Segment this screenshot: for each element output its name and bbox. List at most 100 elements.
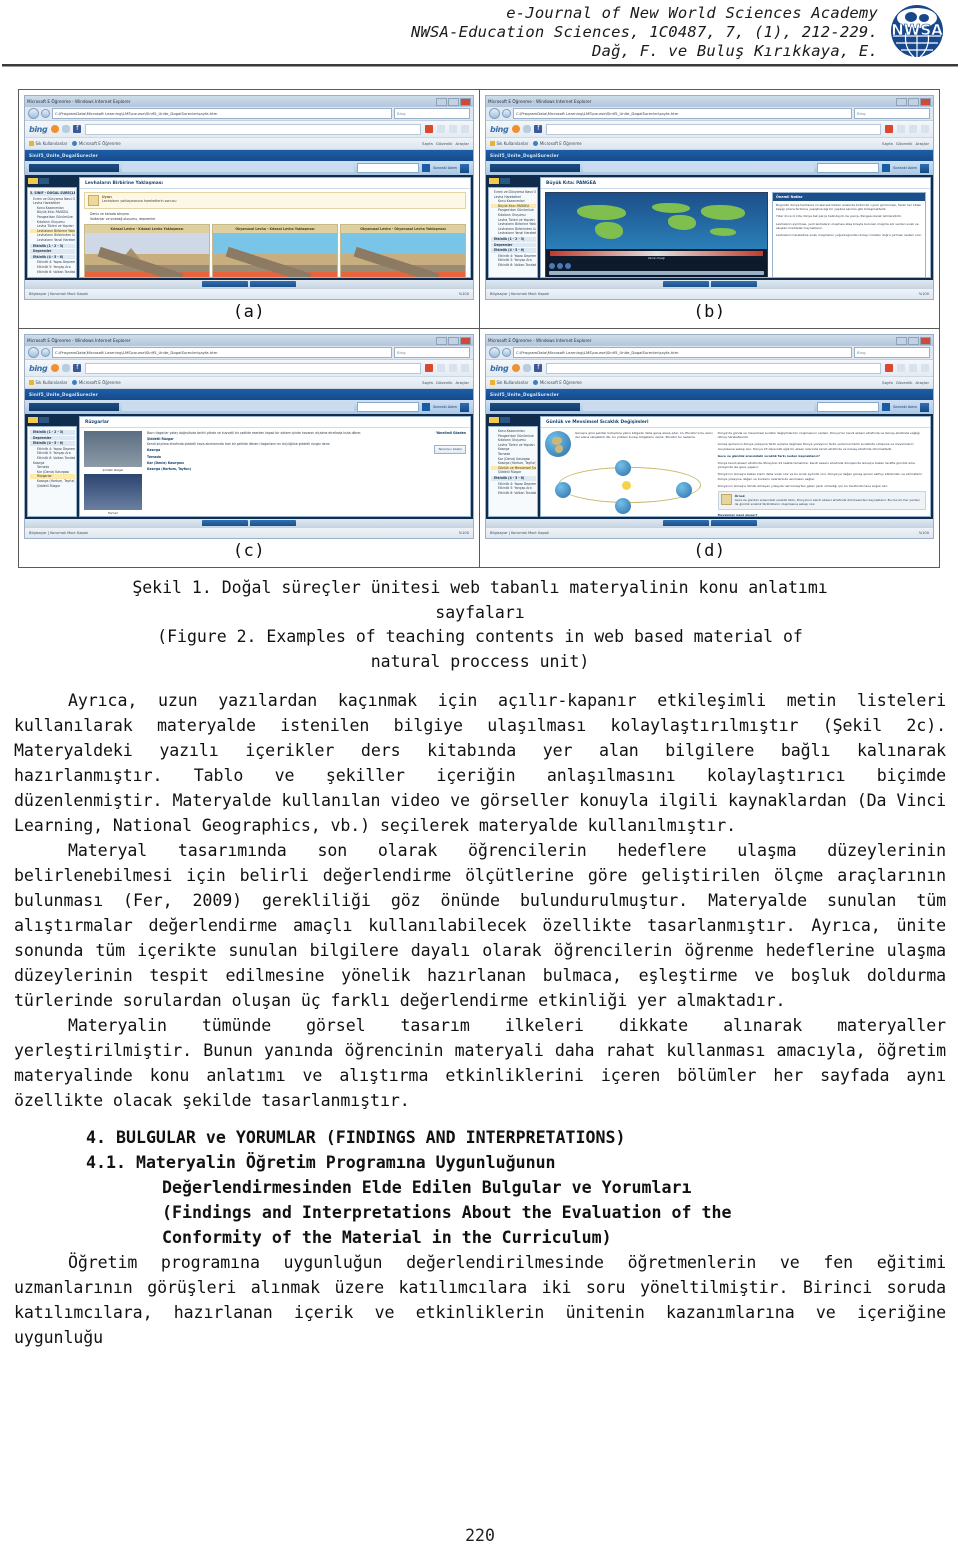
settings-icon[interactable] <box>921 364 929 372</box>
sidebar-tabs[interactable] <box>487 176 539 186</box>
address-input[interactable]: C:\ProgramData\Microsoft Learning\LMS\co… <box>513 108 852 119</box>
menu-sayfa[interactable]: Sayfa <box>882 380 893 385</box>
app-footer-tabs-c[interactable] <box>25 519 473 527</box>
favorite-link-elearning[interactable]: Microsoft E Öğrenme <box>533 141 582 146</box>
menu-sayfa[interactable]: Sayfa <box>422 141 433 146</box>
bing-logo[interactable]: bing <box>29 125 48 134</box>
window-controls[interactable] <box>896 336 931 345</box>
course-tree-b[interactable]: Evren ve Dünyamız Nasıl Oluştu? Levha Ha… <box>488 187 538 278</box>
app-next-label[interactable]: Sonraki Adım <box>893 166 917 170</box>
toolbar-search-input[interactable] <box>85 362 421 374</box>
minimize-button[interactable] <box>436 97 447 106</box>
menu-sayfa[interactable]: Sayfa <box>422 380 433 385</box>
alert-icon[interactable] <box>425 364 433 372</box>
maximize-button[interactable] <box>908 97 919 106</box>
sidebar-tabs[interactable] <box>26 176 78 186</box>
tree-node[interactable]: Şiddetli Rüzgar <box>30 484 75 489</box>
menu-araclar[interactable]: Araçlar <box>455 141 469 146</box>
thumbs-up-icon[interactable] <box>897 364 905 372</box>
next-arrow-icon[interactable] <box>920 402 929 412</box>
close-icon[interactable] <box>460 336 471 345</box>
browser-menu-bar[interactable]: Sayfa Güvenlik Araçlar <box>422 380 469 385</box>
menu-guvenlik[interactable]: Güvenlik <box>436 141 453 146</box>
footer-tab-prev[interactable] <box>662 281 709 287</box>
video-controls[interactable] <box>546 260 767 277</box>
back-icon[interactable] <box>489 347 500 358</box>
cloud-icon[interactable] <box>62 364 71 372</box>
browser-search-input[interactable]: Bing <box>394 108 470 119</box>
back-icon[interactable] <box>28 108 39 119</box>
alert-icon[interactable] <box>885 125 893 133</box>
tree-node[interactable]: Levhaların Yanal Hareketi <box>30 238 75 243</box>
favorites-button[interactable]: Sık Kullanılanlar <box>490 380 528 385</box>
thumbs-up-icon[interactable] <box>897 125 905 133</box>
zoom-level[interactable]: %100 <box>919 292 929 296</box>
sun-icon[interactable] <box>51 125 60 133</box>
tree-node[interactable]: Levhaların Yanal Hareketi <box>491 231 536 236</box>
tree-node[interactable]: Etkinlik (4 - 5 - 6) <box>491 475 536 481</box>
app-next-label[interactable]: Sonraki Adım <box>433 166 457 170</box>
menu-guvenlik[interactable]: Güvenlik <box>436 380 453 385</box>
sun-icon[interactable] <box>512 364 521 372</box>
footer-tab-prev[interactable] <box>662 520 709 526</box>
sidebar-tab-search[interactable] <box>39 417 49 423</box>
close-icon[interactable] <box>460 97 471 106</box>
close-icon[interactable] <box>920 336 931 345</box>
app-search-input[interactable] <box>357 163 420 173</box>
bing-logo[interactable]: bing <box>490 364 509 373</box>
app-search-input[interactable] <box>817 402 880 412</box>
seek-slider[interactable] <box>549 271 764 275</box>
menu-sayfa[interactable]: Sayfa <box>882 141 893 146</box>
sidebar-tab-toc[interactable] <box>489 417 499 423</box>
thumbs-up-icon[interactable] <box>437 364 445 372</box>
browser-menu-bar[interactable]: Sayfa Güvenlik Araçlar <box>422 141 469 146</box>
weather-list-item-4[interactable]: Kar (Deniz) Kasırgası <box>147 461 403 465</box>
browser-search-input[interactable]: Bing <box>854 347 930 358</box>
app-footer-tabs-b[interactable] <box>486 280 933 288</box>
cloud-icon[interactable] <box>523 364 532 372</box>
course-tree-a[interactable]: 5. SINIF - DOĞAL SÜREÇLER Evren ve Dünya… <box>27 187 77 278</box>
menu-guvenlik[interactable]: Güvenlik <box>896 141 913 146</box>
sidebar-tab-toc[interactable] <box>28 417 38 423</box>
tree-node[interactable]: Depremler <box>491 242 536 248</box>
favorites-button[interactable]: Sık Kullanılanlar <box>29 141 67 146</box>
tree-node[interactable]: Etkinlik (4 - 5 - 6) <box>30 254 75 260</box>
earth-question-1[interactable]: Gece ve gündüz arasındaki sıcaklık farkı… <box>718 454 926 458</box>
video-player[interactable]: Zaman Ölçeği <box>545 192 768 277</box>
minimize-button[interactable] <box>896 97 907 106</box>
browser-menu-bar[interactable]: Sayfa Güvenlik Araçlar <box>882 380 929 385</box>
menu-guvenlik[interactable]: Güvenlik <box>896 380 913 385</box>
menu-araclar[interactable]: Araçlar <box>455 380 469 385</box>
sidebar-tabs[interactable] <box>487 415 539 425</box>
next-arrow-icon[interactable] <box>920 163 929 173</box>
favorite-link-elearning[interactable]: Microsoft E Öğrenme <box>72 141 121 146</box>
toolbar-icons[interactable]: f <box>512 125 543 133</box>
app-search-button[interactable] <box>422 403 431 411</box>
sun-icon[interactable] <box>51 364 60 372</box>
tree-node[interactable]: Etkinlik (1 - 2 - 3) <box>491 236 536 242</box>
tree-node[interactable]: Şiddetli Rüzgar <box>491 470 536 475</box>
sun-icon[interactable] <box>512 125 521 133</box>
app-next-label[interactable]: Sonraki Adım <box>433 405 457 409</box>
weather-list-item-5[interactable]: Kasırga (Hortum, Tayfun) <box>147 467 403 471</box>
tree-node[interactable]: Etkinlik (1 - 2 - 3) <box>30 243 75 249</box>
stop-icon[interactable] <box>565 263 571 269</box>
toolbar-icons[interactable]: f <box>51 125 82 133</box>
menu-araclar[interactable]: Araçlar <box>915 380 929 385</box>
tree-node[interactable]: Evren ve Dünyamız Nasıl Oluştu? <box>491 190 536 195</box>
tree-node[interactable]: Etkinlik 6: Volkan Tanıtabi <box>491 263 536 268</box>
address-input[interactable]: C:\ProgramData\Microsoft Learning\LMS\co… <box>52 108 392 119</box>
tree-node[interactable]: Etkinlik 5: Yarıçap Ara <box>30 265 75 270</box>
maximize-button[interactable] <box>448 97 459 106</box>
forward-icon[interactable] <box>502 109 511 118</box>
app-search-button[interactable] <box>882 403 891 411</box>
minimize-button[interactable] <box>436 336 447 345</box>
next-arrow-icon[interactable] <box>460 163 469 173</box>
app-next-label[interactable]: Sonraki Adım <box>893 405 917 409</box>
settings-icon[interactable] <box>461 364 469 372</box>
tree-node[interactable]: Etkinlik (1 - 2 - 3) <box>30 430 75 435</box>
toolbar-search-input[interactable] <box>546 362 881 374</box>
address-input[interactable]: C:\ProgramData\Microsoft Learning\LMS\co… <box>513 347 852 358</box>
weather-list-item-3[interactable]: Tornado <box>147 455 403 459</box>
tree-node[interactable]: Etkinlik 6: Volkan Tanıtabi <box>491 491 536 496</box>
